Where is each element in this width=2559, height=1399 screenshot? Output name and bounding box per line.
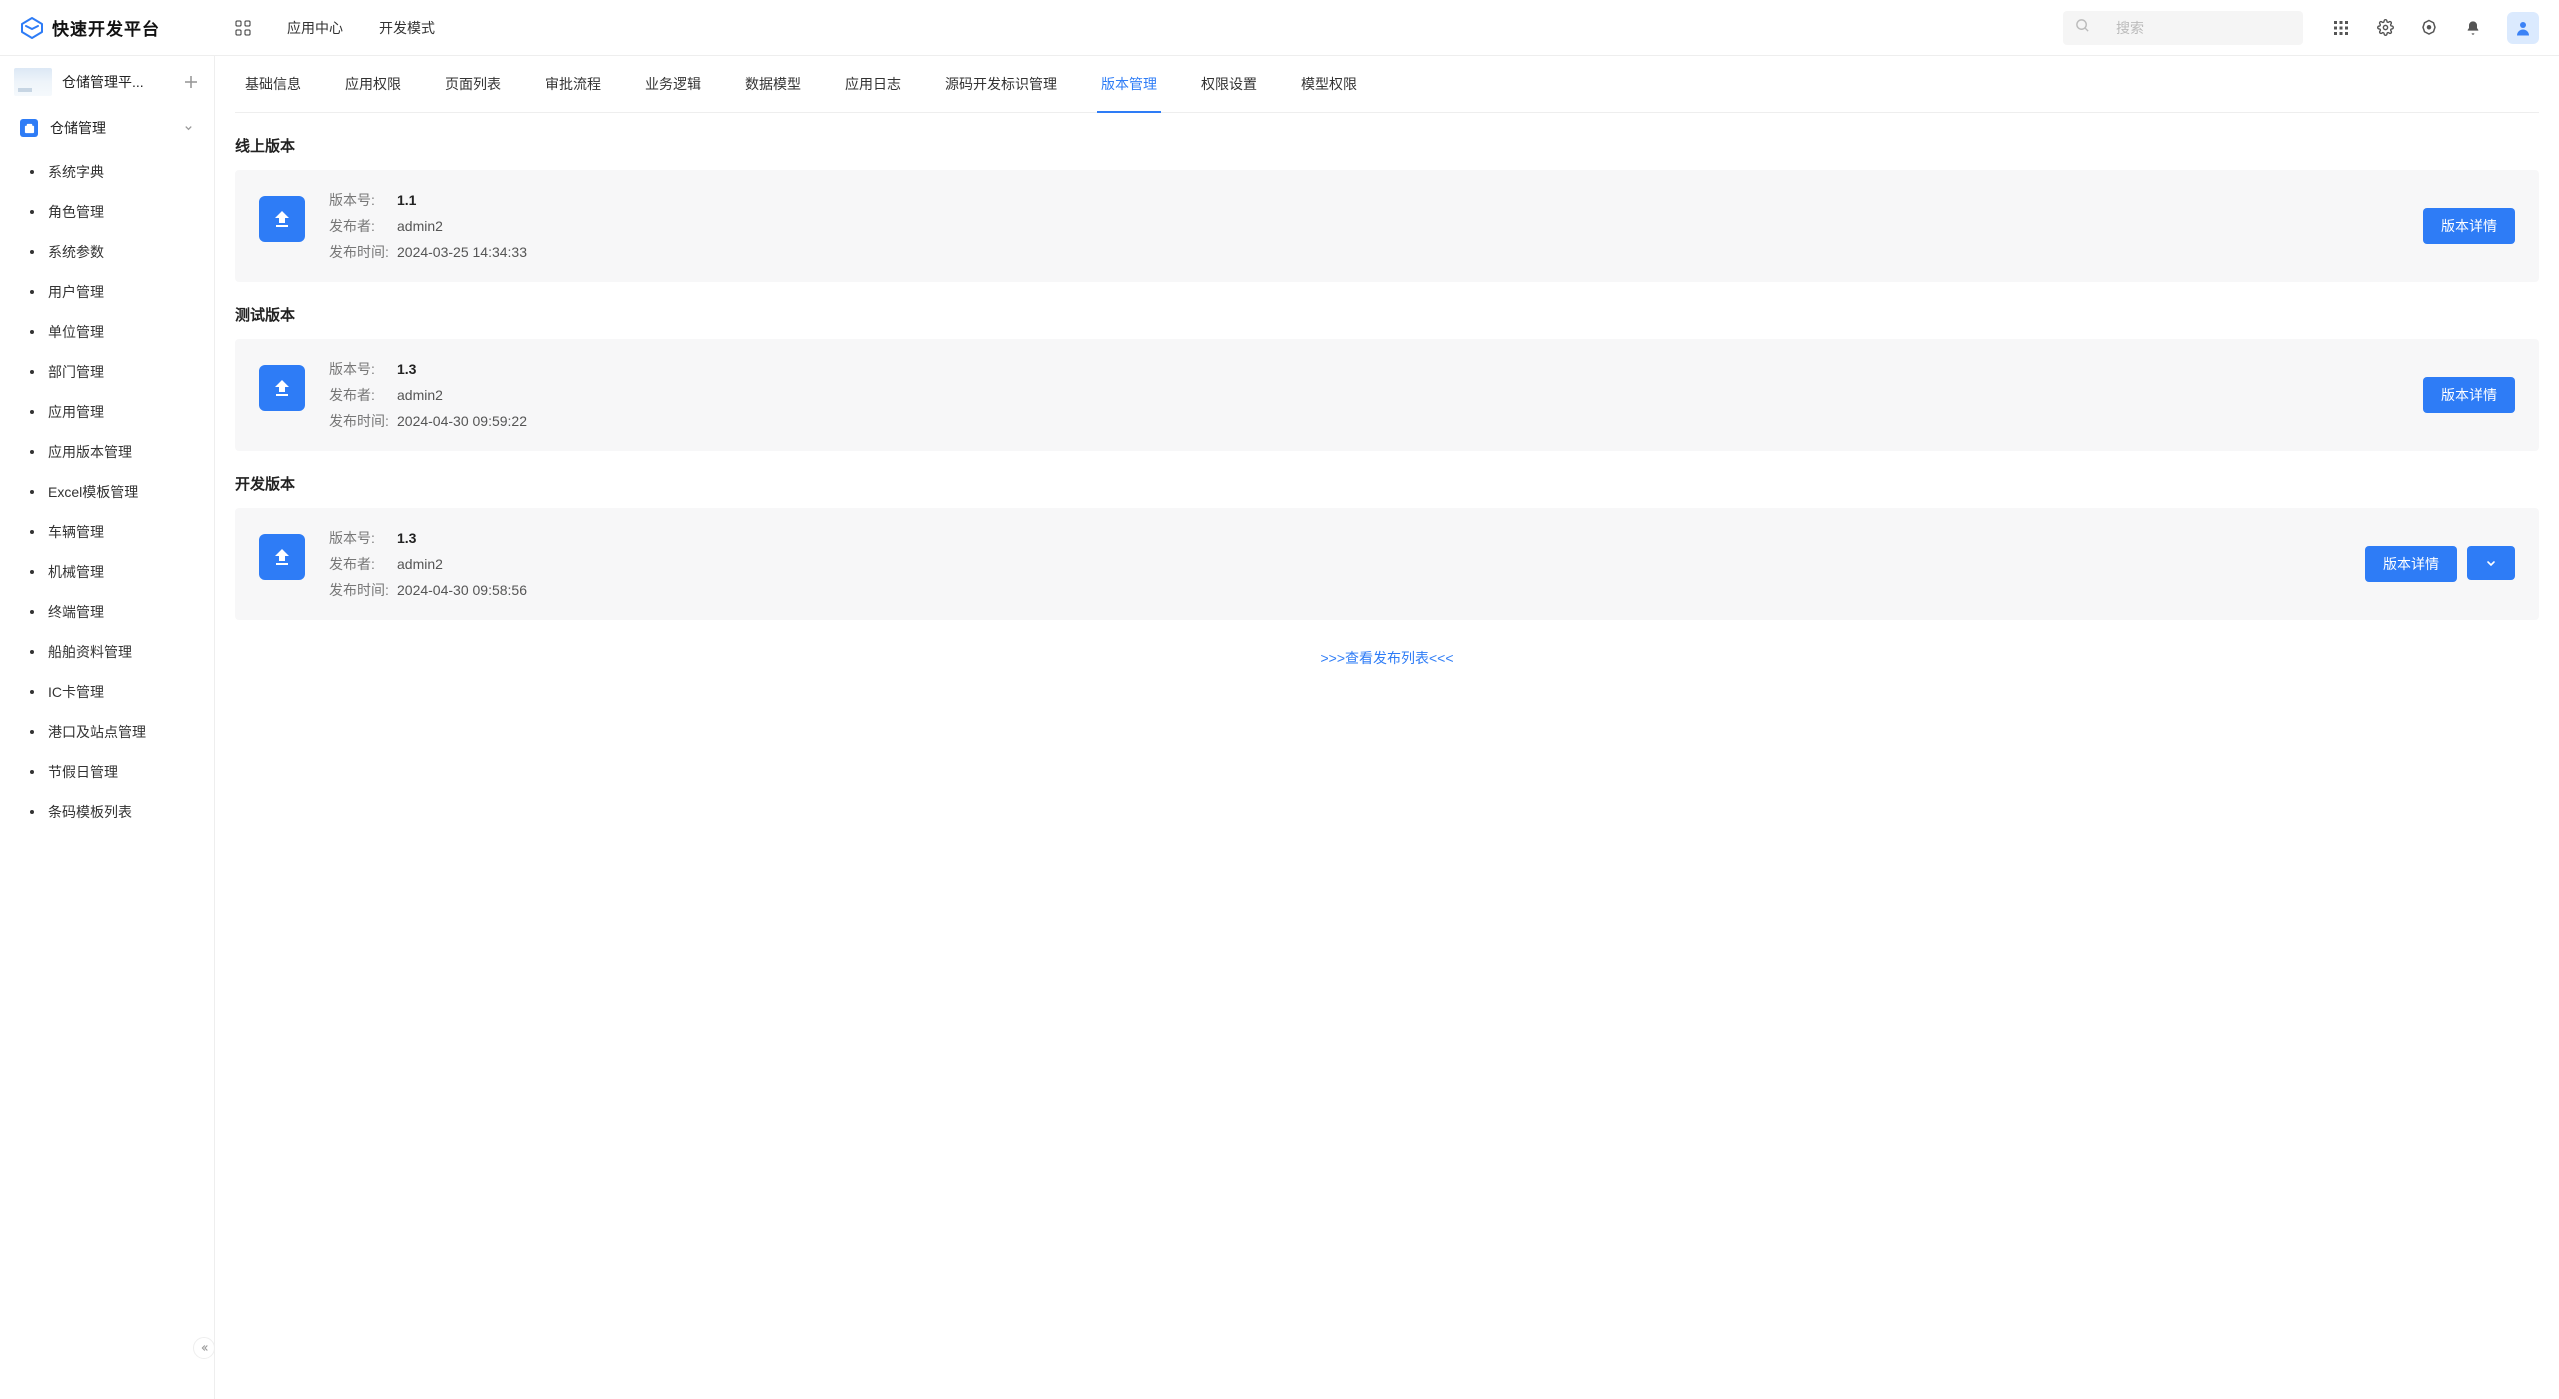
top-nav: 应用中心 开发模式 xyxy=(235,18,435,38)
sidebar-item[interactable]: 单位管理 xyxy=(0,312,214,352)
chevron-down-icon xyxy=(183,120,194,136)
sidebar-item[interactable]: 应用管理 xyxy=(0,392,214,432)
nav-app-center[interactable]: 应用中心 xyxy=(287,18,343,38)
nav-dev-mode[interactable]: 开发模式 xyxy=(379,18,435,38)
upload-icon xyxy=(259,365,305,411)
grid-menu-icon[interactable] xyxy=(2331,18,2351,38)
nav-apps-icon-button[interactable] xyxy=(235,20,251,36)
sidebar-item[interactable]: 节假日管理 xyxy=(0,752,214,792)
logo-icon xyxy=(20,16,44,40)
sidebar-item[interactable]: 系统字典 xyxy=(0,152,214,192)
tab-data-model[interactable]: 数据模型 xyxy=(741,56,805,112)
version-card-online: 版本号: 1.1 发布者: admin2 发布时间: 2024-03-25 14… xyxy=(235,170,2539,282)
sidebar-menu: 系统字典 角色管理 系统参数 用户管理 单位管理 部门管理 应用管理 应用版本管… xyxy=(0,148,214,1399)
app-name: 仓储管理平... xyxy=(62,72,172,92)
version-card-dev: 版本号: 1.3 发布者: admin2 发布时间: 2024-04-30 09… xyxy=(235,508,2539,620)
version-detail-button[interactable]: 版本详情 xyxy=(2365,546,2457,582)
sidebar-item[interactable]: 船舶资料管理 xyxy=(0,632,214,672)
value-publisher: admin2 xyxy=(397,387,443,403)
sidebar-item[interactable]: 港口及站点管理 xyxy=(0,712,214,752)
version-info: 版本号: 1.3 发布者: admin2 发布时间: 2024-04-30 09… xyxy=(329,359,2399,431)
value-publish-time: 2024-04-30 09:58:56 xyxy=(397,582,527,598)
sidebar-section-toggle[interactable]: 仓储管理 xyxy=(0,108,214,148)
top-icons xyxy=(2331,12,2539,44)
label-version-number: 版本号: xyxy=(329,359,397,379)
version-detail-button[interactable]: 版本详情 xyxy=(2423,377,2515,413)
top-header: 快速开发平台 应用中心 开发模式 xyxy=(0,0,2559,56)
section-title-test: 测试版本 xyxy=(235,304,2539,325)
bell-icon[interactable] xyxy=(2463,18,2483,38)
tab-page-list[interactable]: 页面列表 xyxy=(441,56,505,112)
tab-permission-settings[interactable]: 权限设置 xyxy=(1197,56,1261,112)
content-tabs: 基础信息 应用权限 页面列表 审批流程 业务逻辑 数据模型 应用日志 源码开发标… xyxy=(235,56,2539,113)
version-actions: 版本详情 xyxy=(2423,377,2515,413)
label-publisher: 发布者: xyxy=(329,554,397,574)
sidebar-item[interactable]: 部门管理 xyxy=(0,352,214,392)
upload-icon xyxy=(259,196,305,242)
value-publisher: admin2 xyxy=(397,218,443,234)
label-version-number: 版本号: xyxy=(329,528,397,548)
apps-grid-icon xyxy=(235,20,251,36)
tab-approval-flow[interactable]: 审批流程 xyxy=(541,56,605,112)
version-actions: 版本详情 xyxy=(2365,546,2515,582)
label-publisher: 发布者: xyxy=(329,216,397,236)
gear-icon[interactable] xyxy=(2375,18,2395,38)
tab-source-dev-flag[interactable]: 源码开发标识管理 xyxy=(941,56,1061,112)
sidebar-item[interactable]: Excel模板管理 xyxy=(0,472,214,512)
tab-basic-info[interactable]: 基础信息 xyxy=(241,56,305,112)
sidebar-collapse-button[interactable] xyxy=(193,1337,215,1359)
value-publish-time: 2024-03-25 14:34:33 xyxy=(397,244,527,260)
version-info: 版本号: 1.1 发布者: admin2 发布时间: 2024-03-25 14… xyxy=(329,190,2399,262)
sidebar-header: 仓储管理平... xyxy=(0,56,214,108)
value-version-number: 1.3 xyxy=(397,530,416,546)
version-actions: 版本详情 xyxy=(2423,208,2515,244)
search-input[interactable] xyxy=(2116,20,2297,36)
add-app-button[interactable] xyxy=(182,73,200,91)
tab-business-logic[interactable]: 业务逻辑 xyxy=(641,56,705,112)
logo[interactable]: 快速开发平台 xyxy=(20,15,215,40)
value-version-number: 1.1 xyxy=(397,192,416,208)
app-thumbnail xyxy=(14,68,52,96)
user-avatar[interactable] xyxy=(2507,12,2539,44)
value-publisher: admin2 xyxy=(397,556,443,572)
value-publish-time: 2024-04-30 09:59:22 xyxy=(397,413,527,429)
label-version-number: 版本号: xyxy=(329,190,397,210)
tab-version-management[interactable]: 版本管理 xyxy=(1097,56,1161,112)
label-publisher: 发布者: xyxy=(329,385,397,405)
tab-app-permission[interactable]: 应用权限 xyxy=(341,56,405,112)
sidebar: 仓储管理平... 仓储管理 系统字典 角色管理 系统参数 用户管理 单位管理 部… xyxy=(0,56,215,1399)
section-title-online: 线上版本 xyxy=(235,135,2539,156)
label-publish-time: 发布时间: xyxy=(329,242,397,262)
settings-badge-icon[interactable] xyxy=(2419,18,2439,38)
version-dropdown-button[interactable] xyxy=(2467,546,2515,580)
sidebar-item[interactable]: 车辆管理 xyxy=(0,512,214,552)
version-card-test: 版本号: 1.3 发布者: admin2 发布时间: 2024-04-30 09… xyxy=(235,339,2539,451)
search-icon xyxy=(2075,18,2090,38)
sidebar-item[interactable]: 用户管理 xyxy=(0,272,214,312)
sidebar-item[interactable]: IC卡管理 xyxy=(0,672,214,712)
view-publish-list-link[interactable]: >>>查看发布列表<<< xyxy=(235,648,2539,668)
search-box[interactable] xyxy=(2063,11,2303,45)
label-publish-time: 发布时间: xyxy=(329,580,397,600)
version-detail-button[interactable]: 版本详情 xyxy=(2423,208,2515,244)
upload-icon xyxy=(259,534,305,580)
value-version-number: 1.3 xyxy=(397,361,416,377)
sidebar-item[interactable]: 应用版本管理 xyxy=(0,432,214,472)
tab-app-log[interactable]: 应用日志 xyxy=(841,56,905,112)
logo-text: 快速开发平台 xyxy=(52,15,160,40)
label-publish-time: 发布时间: xyxy=(329,411,397,431)
section-app-icon xyxy=(20,119,38,137)
sidebar-item[interactable]: 系统参数 xyxy=(0,232,214,272)
version-info: 版本号: 1.3 发布者: admin2 发布时间: 2024-04-30 09… xyxy=(329,528,2341,600)
tab-model-permission[interactable]: 模型权限 xyxy=(1297,56,1361,112)
sidebar-item[interactable]: 机械管理 xyxy=(0,552,214,592)
section-title-dev: 开发版本 xyxy=(235,473,2539,494)
sidebar-item[interactable]: 终端管理 xyxy=(0,592,214,632)
sidebar-item[interactable]: 角色管理 xyxy=(0,192,214,232)
main-content: 基础信息 应用权限 页面列表 审批流程 业务逻辑 数据模型 应用日志 源码开发标… xyxy=(215,56,2559,1399)
sidebar-item[interactable]: 条码模板列表 xyxy=(0,792,214,832)
sidebar-section-label: 仓储管理 xyxy=(50,118,171,138)
